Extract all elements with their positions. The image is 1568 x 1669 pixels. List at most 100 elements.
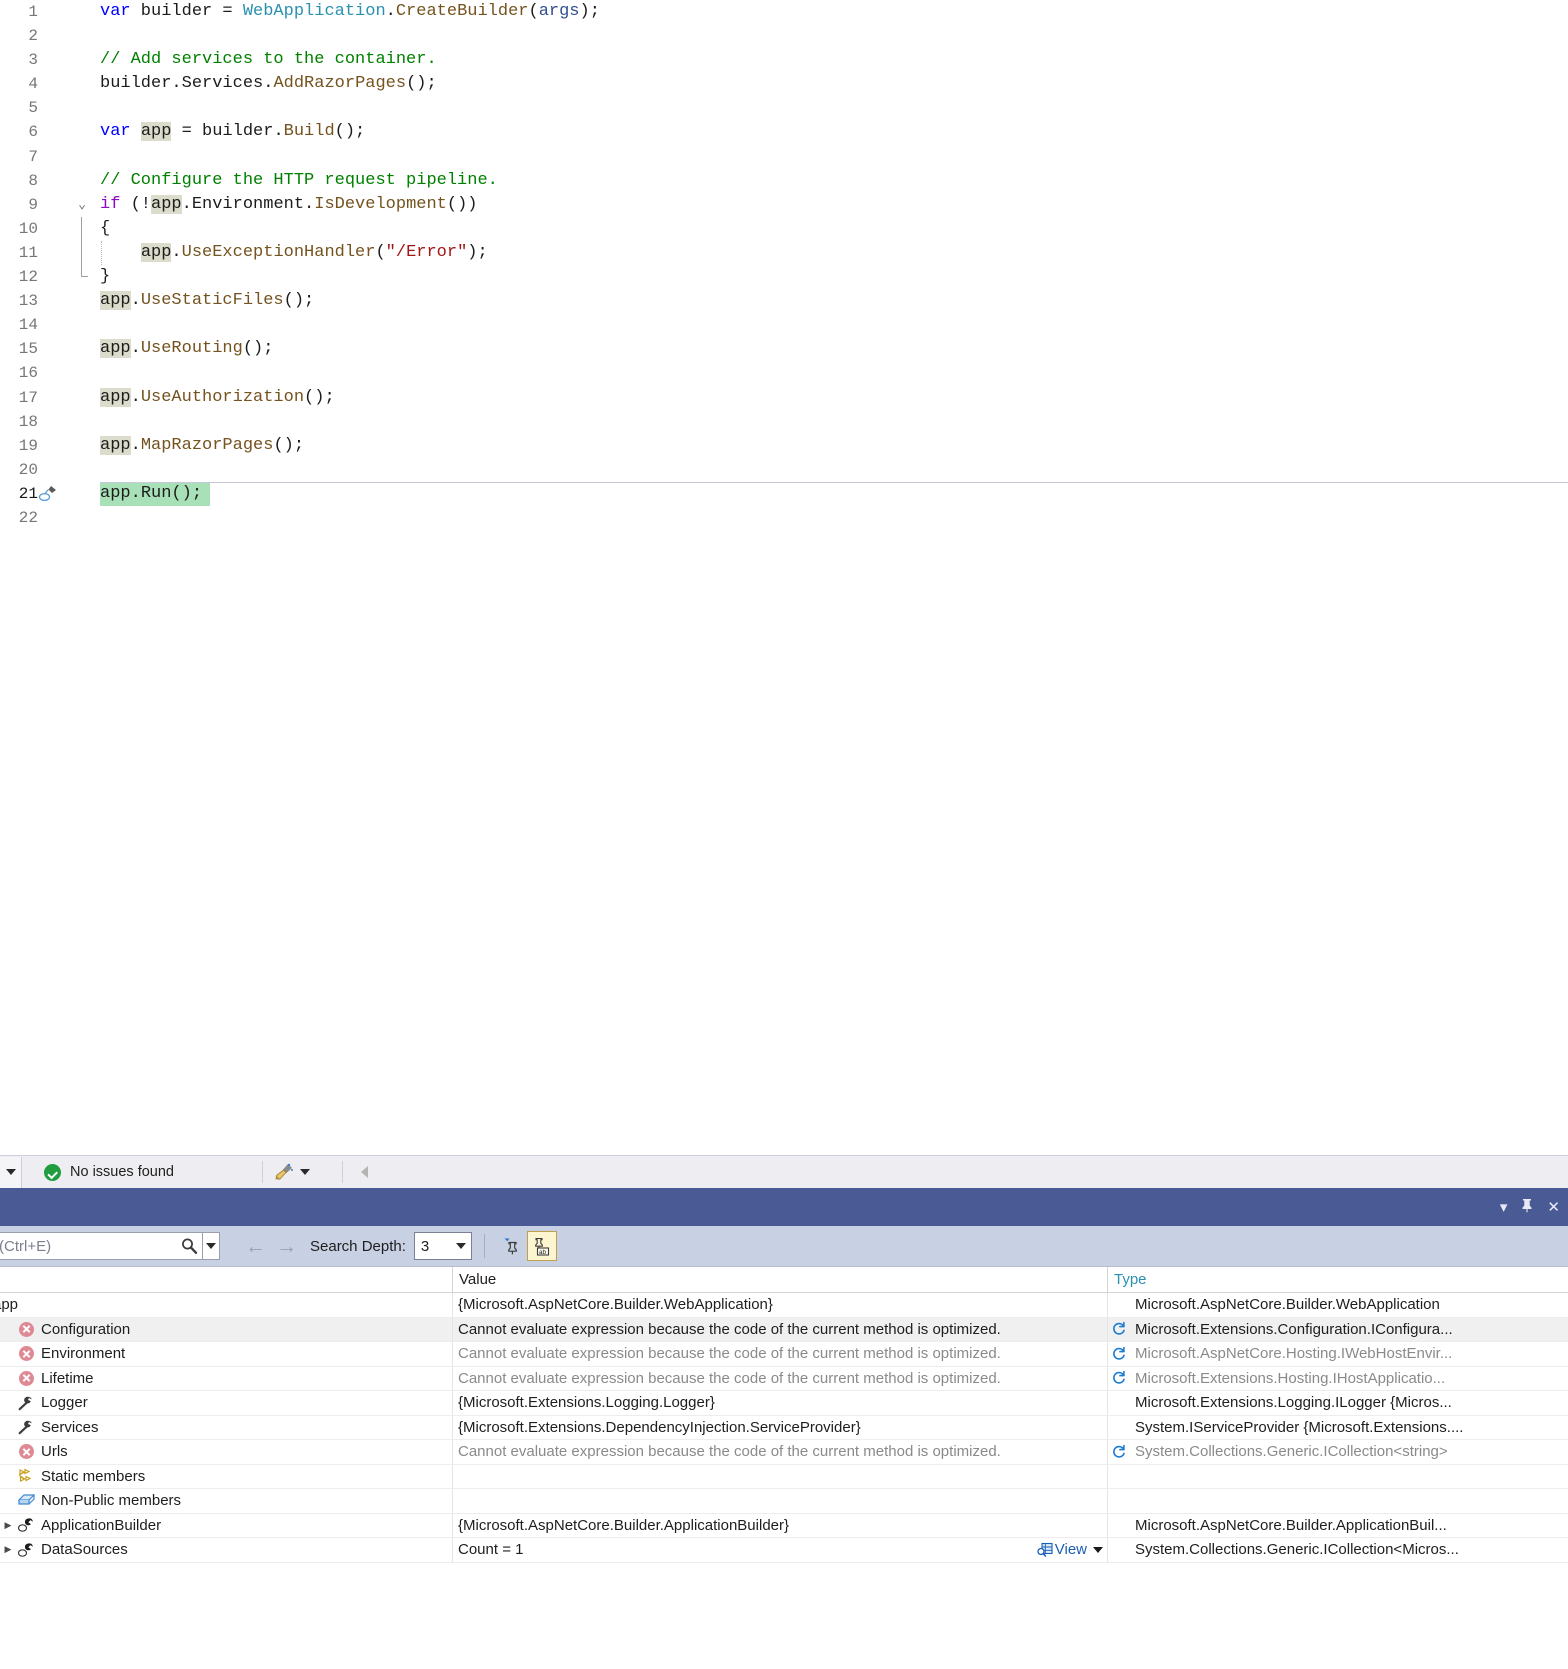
cell-type[interactable]: System.IServiceProvider {Microsoft.Exten… [1108,1416,1568,1440]
code-text[interactable]: app.UseRouting(); [100,337,273,361]
code-text[interactable]: { [100,217,110,241]
table-row[interactable]: Services {Microsoft.Extensions.Dependency… [0,1415,1568,1440]
code-text[interactable]: app.MapRazorPages(); [100,434,304,458]
cell-name[interactable]: Static members [0,1464,453,1488]
cell-value[interactable]: Cannot evaluate expression because the c… [453,1440,1108,1464]
code-text[interactable]: app.Run(); [100,482,202,506]
cell-type[interactable]: Microsoft.AspNetCore.Hosting.IWebHostEnv… [1108,1342,1568,1366]
close-icon[interactable]: ✕ [1547,1200,1560,1215]
cell-type[interactable]: Microsoft.Extensions.Hosting.IHostApplic… [1108,1367,1568,1391]
chevron-down-icon[interactable] [1093,1546,1103,1553]
cell-value[interactable]: Cannot evaluate expression because the c… [453,1342,1108,1366]
search-forward-button[interactable]: → [271,1236,302,1257]
chevron-down-icon[interactable] [299,1169,310,1175]
table-row[interactable]: Lifetime Cannot evaluate expression becau… [0,1366,1568,1391]
view-visualizer-link[interactable]: View [1037,1541,1103,1558]
expand-triangle-icon[interactable]: ▶ [0,1520,16,1531]
cell-value[interactable] [453,1464,1108,1488]
code-text[interactable]: // Add services to the container. [100,48,437,72]
table-row[interactable]: ▶ ApplicationBuilder {Microsoft.AspNetCore… [0,1513,1568,1538]
cell-value[interactable] [453,1489,1108,1513]
table-row[interactable]: Configuration Cannot evaluate expression … [0,1317,1568,1342]
code-text[interactable]: app.UseAuthorization(); [100,386,335,410]
code-line[interactable]: 1 var builder = WebApplication.CreateBuil… [0,0,1568,24]
code-cleanup-button[interactable] [273,1162,310,1182]
cell-type[interactable]: Microsoft.Extensions.Logging.ILogger {Mi… [1108,1391,1568,1415]
variables-grid[interactable]: Value Type app {Microsoft.AspNetCore.Buil… [0,1267,1568,1563]
grid-body[interactable]: app {Microsoft.AspNetCore.Builder.WebAppl… [0,1293,1568,1563]
chevron-left-icon[interactable] [360,1166,368,1178]
code-line[interactable]: 12} [0,265,1568,289]
code-line[interactable]: 15 app.UseRouting(); [0,337,1568,361]
table-row[interactable]: app {Microsoft.AspNetCore.Builder.WebAppl… [0,1293,1568,1318]
code-line[interactable]: 10 { [0,216,1568,241]
code-line[interactable]: 16 [0,361,1568,385]
cell-name[interactable]: Configuration [0,1317,453,1341]
code-editor[interactable]: 1 var builder = WebApplication.CreateBuil… [0,0,1568,1155]
fold-toggle-icon[interactable]: ⌄ [74,193,90,217]
cell-name[interactable]: Lifetime [0,1366,453,1390]
code-line[interactable]: 7 [0,145,1568,169]
search-depth-select[interactable]: 3 [413,1232,472,1260]
table-row[interactable]: Non-Public members [0,1489,1568,1514]
cell-type[interactable]: Microsoft.Extensions.Configuration.IConf… [1108,1318,1568,1342]
code-text[interactable]: app.UseExceptionHandler("/Error"); [100,241,488,265]
show-raw-values-button[interactable]: ab [526,1231,557,1261]
issues-status[interactable]: No issues found [44,1163,174,1181]
code-text[interactable]: // Configure the HTTP request pipeline. [100,169,498,193]
cell-name[interactable]: Logger [0,1391,453,1415]
refresh-icon[interactable] [1108,1346,1130,1362]
code-line[interactable]: 22 [0,506,1568,530]
cell-name[interactable]: ▶ ApplicationBuilder [0,1513,453,1537]
chevron-down-icon[interactable]: ▾ [1500,1200,1508,1215]
table-row[interactable]: Logger {Microsoft.Extensions.Logging.Logg… [0,1391,1568,1416]
code-text[interactable]: var app = builder.Build(); [100,120,365,144]
cell-value[interactable]: Cannot evaluate expression because the c… [453,1317,1108,1341]
code-line[interactable]: 6 var app = builder.Build(); [0,120,1568,144]
table-row[interactable]: ▶ DataSources Count = 1 View System.Collecti… [0,1538,1568,1563]
code-text[interactable]: } [100,265,110,289]
code-line[interactable]: 19 app.MapRazorPages(); [0,434,1568,458]
search-icon[interactable] [176,1233,202,1259]
cell-type[interactable]: Microsoft.AspNetCore.Builder.Application… [1108,1514,1568,1538]
cell-value[interactable]: Cannot evaluate expression because the c… [453,1366,1108,1390]
column-header-type[interactable]: Type [1108,1267,1568,1292]
cell-type[interactable]: System.Collections.Generic.ICollection<s… [1108,1440,1568,1464]
cell-value[interactable]: {Microsoft.Extensions.DependencyInjectio… [453,1415,1108,1439]
cell-name[interactable]: Services [0,1415,453,1439]
status-dropdown-button[interactable] [0,1156,22,1188]
code-line[interactable]: 20 [0,458,1568,482]
code-line[interactable]: 18 [0,410,1568,434]
code-line[interactable]: 5 [0,96,1568,120]
cell-type[interactable]: System.Collections.Generic.ICollection<M… [1108,1538,1568,1562]
cell-name[interactable]: ▶ DataSources [0,1538,453,1562]
search-options-dropdown[interactable] [202,1233,219,1259]
refresh-icon[interactable] [1108,1370,1130,1386]
expand-triangle-icon[interactable]: ▶ [0,1544,16,1555]
table-row[interactable]: Urls Cannot evaluate expression because t… [0,1440,1568,1465]
cell-name[interactable]: Non-Public members [0,1489,453,1513]
code-line[interactable]: 14 [0,313,1568,337]
cell-type[interactable]: Microsoft.AspNetCore.Builder.WebApplicat… [1108,1293,1568,1317]
code-line[interactable]: 9 ⌄ if (!app.Environment.IsDevelopment()) [0,193,1568,217]
cell-type[interactable] [1108,1465,1568,1489]
refresh-icon[interactable] [1108,1444,1130,1460]
search-back-button[interactable]: ← [240,1236,271,1257]
cell-value[interactable]: {Microsoft.Extensions.Logging.Logger} [453,1391,1108,1415]
code-text[interactable]: if (!app.Environment.IsDevelopment()) [100,193,477,217]
code-text[interactable]: var builder = WebApplication.CreateBuild… [100,0,600,24]
code-line[interactable]: 4 builder.Services.AddRazorPages(); [0,72,1568,96]
table-row[interactable]: Static members [0,1464,1568,1489]
cell-name[interactable]: Urls [0,1440,453,1464]
code-line[interactable]: 8 // Configure the HTTP request pipeline. [0,169,1568,193]
column-header-name[interactable] [0,1267,453,1292]
code-text[interactable]: builder.Services.AddRazorPages(); [100,72,437,96]
code-line[interactable]: 11 app.UseExceptionHandler("/Error"); [0,240,1568,266]
code-line[interactable]: 2 [0,24,1568,48]
cell-value[interactable]: {Microsoft.AspNetCore.Builder.WebApplica… [453,1293,1108,1317]
column-header-value[interactable]: Value [453,1267,1108,1292]
code-line[interactable]: 21 app.Run(); [0,481,1568,506]
code-line[interactable]: 13 app.UseStaticFiles(); [0,289,1568,313]
cell-type[interactable] [1108,1489,1568,1513]
code-line[interactable]: 17 app.UseAuthorization(); [0,386,1568,410]
